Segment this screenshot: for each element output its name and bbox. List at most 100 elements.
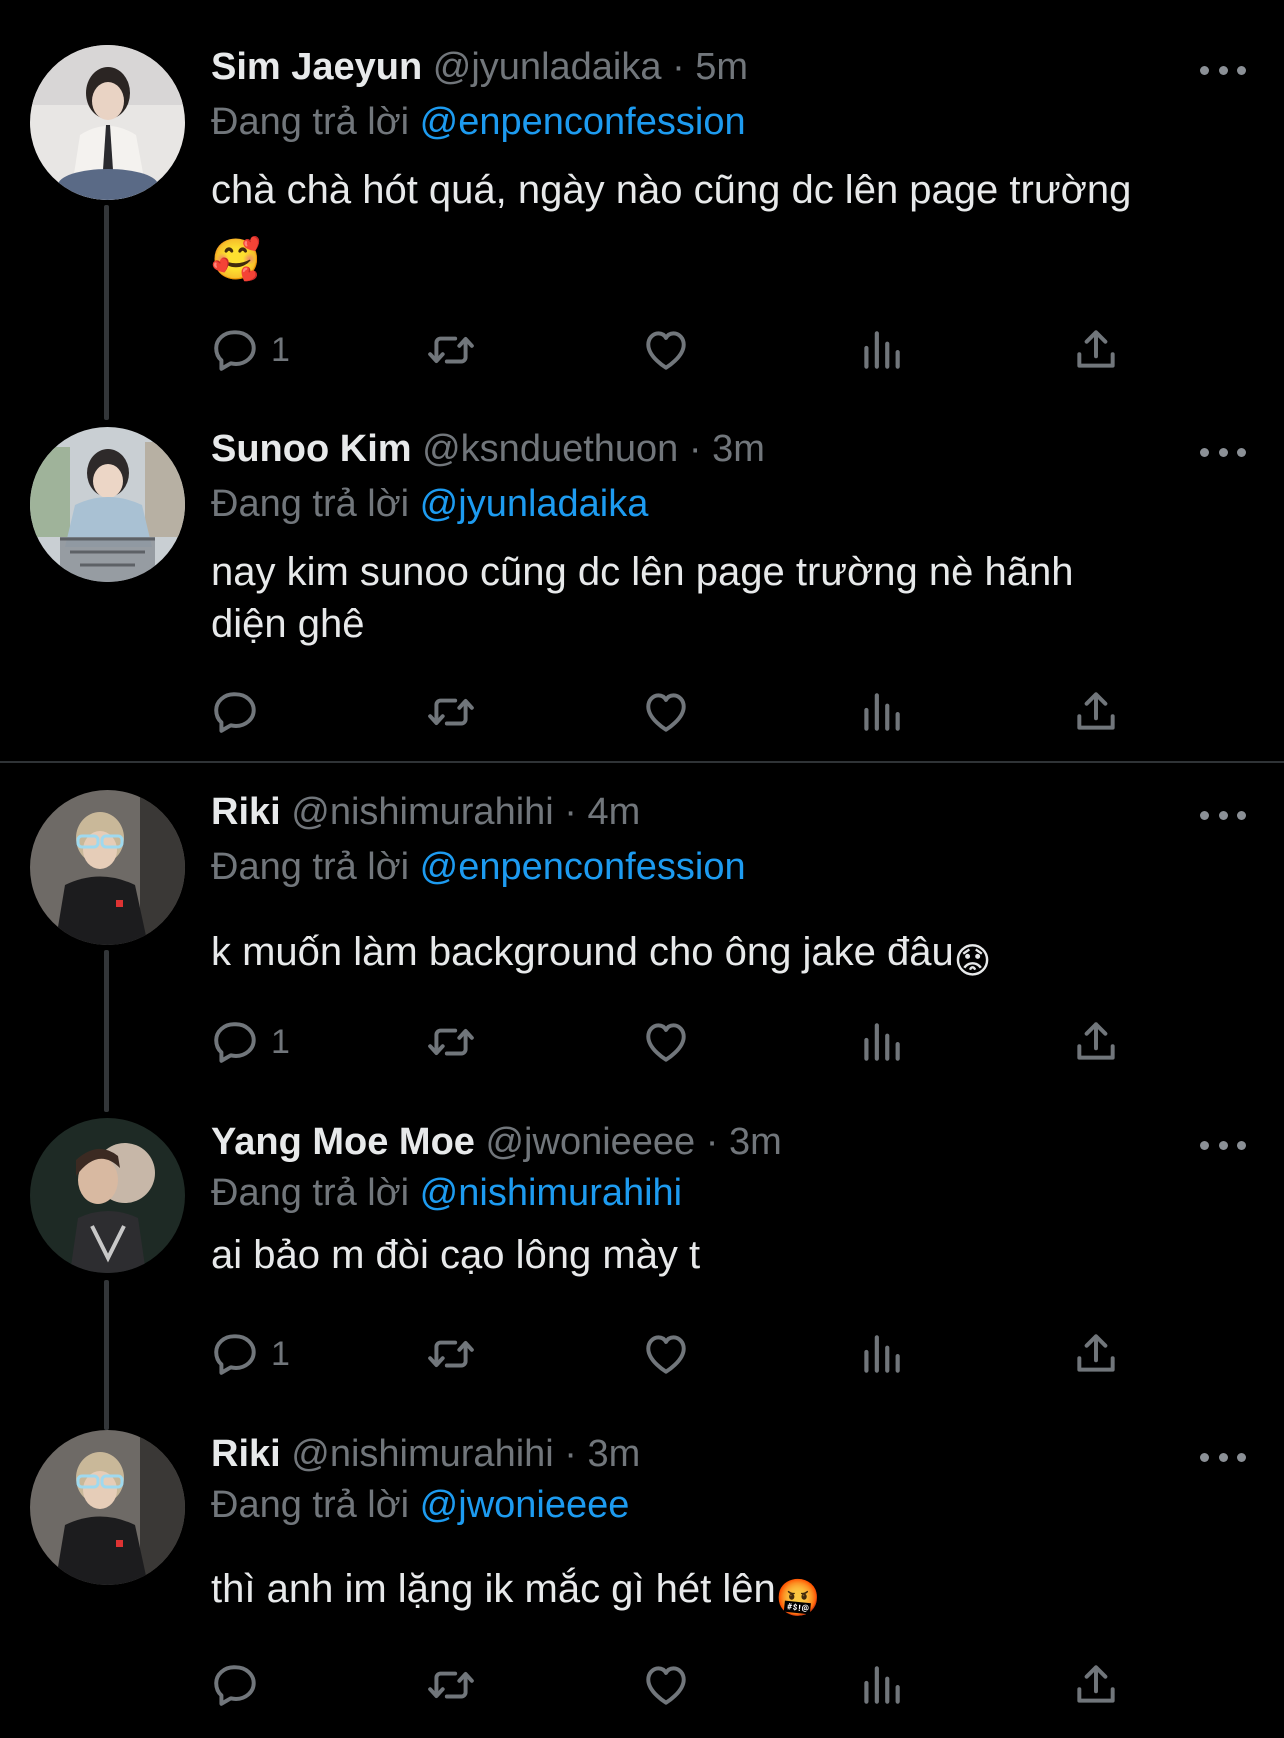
retweet-icon (426, 1660, 476, 1710)
user-handle[interactable]: @jyunladaika (433, 46, 662, 88)
reply-count: 1 (271, 1022, 290, 1061)
replying-to-label: Đang trả lời (211, 483, 410, 525)
mention-link[interactable]: @nishimurahihi (420, 1172, 682, 1214)
reply-button[interactable]: 1 (211, 1326, 290, 1382)
retweet-button[interactable] (426, 1657, 476, 1713)
reply-icon (211, 1017, 261, 1067)
thread-line (104, 1280, 109, 1430)
like-button[interactable] (641, 322, 691, 378)
tweet-actions (211, 684, 1141, 740)
mention-link[interactable]: @enpenconfession (420, 101, 746, 143)
timestamp[interactable]: 3m (588, 1433, 641, 1475)
avatar[interactable] (30, 1430, 185, 1585)
display-name[interactable]: Riki (211, 1433, 281, 1475)
more-icon[interactable] (1200, 60, 1246, 80)
more-icon[interactable] (1200, 1135, 1246, 1155)
reply-button[interactable] (211, 684, 271, 740)
user-handle[interactable]: @ksnduethuon (422, 428, 678, 470)
mention-link[interactable]: @enpenconfession (420, 846, 746, 888)
tweet-text-line: thì anh im lặng ik mắc gì hét lên (211, 1567, 776, 1611)
thread-divider (0, 761, 1284, 763)
like-button[interactable] (641, 1326, 691, 1382)
share-button[interactable] (1071, 322, 1121, 378)
like-icon (641, 1660, 691, 1710)
share-icon (1071, 1660, 1121, 1710)
analytics-button[interactable] (856, 1657, 906, 1713)
reply-icon (211, 687, 261, 737)
tweet-header: Riki @nishimurahihi · 3m (211, 1427, 640, 1481)
more-icon[interactable] (1200, 805, 1246, 825)
more-icon[interactable] (1200, 442, 1246, 462)
like-button[interactable] (641, 684, 691, 740)
like-button[interactable] (641, 1014, 691, 1070)
mention-link[interactable]: @jyunladaika (420, 483, 649, 525)
tweet-actions: 1 (211, 322, 1141, 378)
user-handle[interactable]: @nishimurahihi (291, 1433, 553, 1475)
tweet-text: chà chà hót quá, ngày nào cũng dc lên pa… (211, 164, 1231, 286)
share-icon (1071, 1017, 1121, 1067)
smiling-face-with-hearts-emoji: 🥰 (211, 238, 261, 282)
avatar[interactable] (30, 45, 185, 200)
reply-button[interactable]: 1 (211, 1014, 290, 1070)
user-handle[interactable]: @jwonieeee (485, 1121, 695, 1163)
separator-dot: · (564, 791, 577, 833)
retweet-button[interactable] (426, 322, 476, 378)
tweet-text-line: chà chà hót quá, ngày nào cũng dc lên pa… (211, 168, 1132, 212)
display-name[interactable]: Riki (211, 791, 281, 833)
tweet-text: k muốn làm background cho ông jake đâu😟 (211, 926, 1231, 987)
replying-to-label: Đang trả lời (211, 1484, 410, 1526)
tweet-text-line: diện ghê (211, 602, 365, 646)
analytics-icon (856, 1660, 906, 1710)
separator-dot: · (672, 46, 685, 88)
retweet-button[interactable] (426, 1014, 476, 1070)
reply-button[interactable]: 1 (211, 322, 290, 378)
analytics-icon (856, 687, 906, 737)
avatar[interactable] (30, 1118, 185, 1273)
tweet-text: thì anh im lặng ik mắc gì hét lên🤬 (211, 1563, 1231, 1624)
avatar[interactable] (30, 790, 185, 945)
timestamp[interactable]: 3m (729, 1121, 782, 1163)
tweet-text-line: nay kim sunoo cũng dc lên page trường nè… (211, 550, 1074, 594)
replying-to-label: Đang trả lời (211, 846, 410, 888)
analytics-button[interactable] (856, 684, 906, 740)
timestamp[interactable]: 3m (712, 428, 765, 470)
display-name[interactable]: Sim Jaeyun (211, 46, 422, 88)
display-name[interactable]: Yang Moe Moe (211, 1121, 475, 1163)
analytics-button[interactable] (856, 322, 906, 378)
analytics-button[interactable] (856, 1326, 906, 1382)
timestamp[interactable]: 5m (695, 46, 748, 88)
tweet-text-line: ai bảo m đòi cạo lông mày t (211, 1233, 701, 1277)
retweet-button[interactable] (426, 1326, 476, 1382)
analytics-icon (856, 1329, 906, 1379)
replying-to-label: Đang trả lời (211, 1172, 410, 1214)
share-button[interactable] (1071, 1657, 1121, 1713)
reply-button[interactable] (211, 1657, 271, 1713)
replying-to: Đang trả lời @enpenconfession (211, 96, 746, 148)
timestamp[interactable]: 4m (588, 791, 641, 833)
tweet-actions (211, 1657, 1141, 1713)
user-handle[interactable]: @nishimurahihi (291, 791, 553, 833)
tweet-header: Sim Jaeyun @jyunladaika · 5m (211, 40, 748, 94)
like-icon (641, 1329, 691, 1379)
mention-link[interactable]: @jwonieeee (420, 1484, 630, 1526)
retweet-button[interactable] (426, 684, 476, 740)
display-name[interactable]: Sunoo Kim (211, 428, 412, 470)
separator-dot: · (688, 428, 702, 470)
share-icon (1071, 1329, 1121, 1379)
analytics-button[interactable] (856, 1014, 906, 1070)
share-button[interactable] (1071, 1326, 1121, 1382)
tweet-text: ai bảo m đòi cạo lông mày t (211, 1229, 1231, 1281)
avatar[interactable] (30, 427, 185, 582)
retweet-icon (426, 1329, 476, 1379)
tweet-text-line: k muốn làm background cho ông jake đâu (211, 930, 954, 974)
worried-face-emoji: 😟 (953, 940, 992, 981)
more-icon[interactable] (1200, 1447, 1246, 1467)
share-button[interactable] (1071, 1014, 1121, 1070)
tweet-header: Sunoo Kim @ksnduethuon · 3m (211, 422, 765, 476)
share-icon (1071, 325, 1121, 375)
share-button[interactable] (1071, 684, 1121, 740)
like-button[interactable] (641, 1657, 691, 1713)
thread-line (104, 205, 109, 420)
reply-count: 1 (271, 330, 290, 369)
separator-dot: · (705, 1121, 719, 1163)
